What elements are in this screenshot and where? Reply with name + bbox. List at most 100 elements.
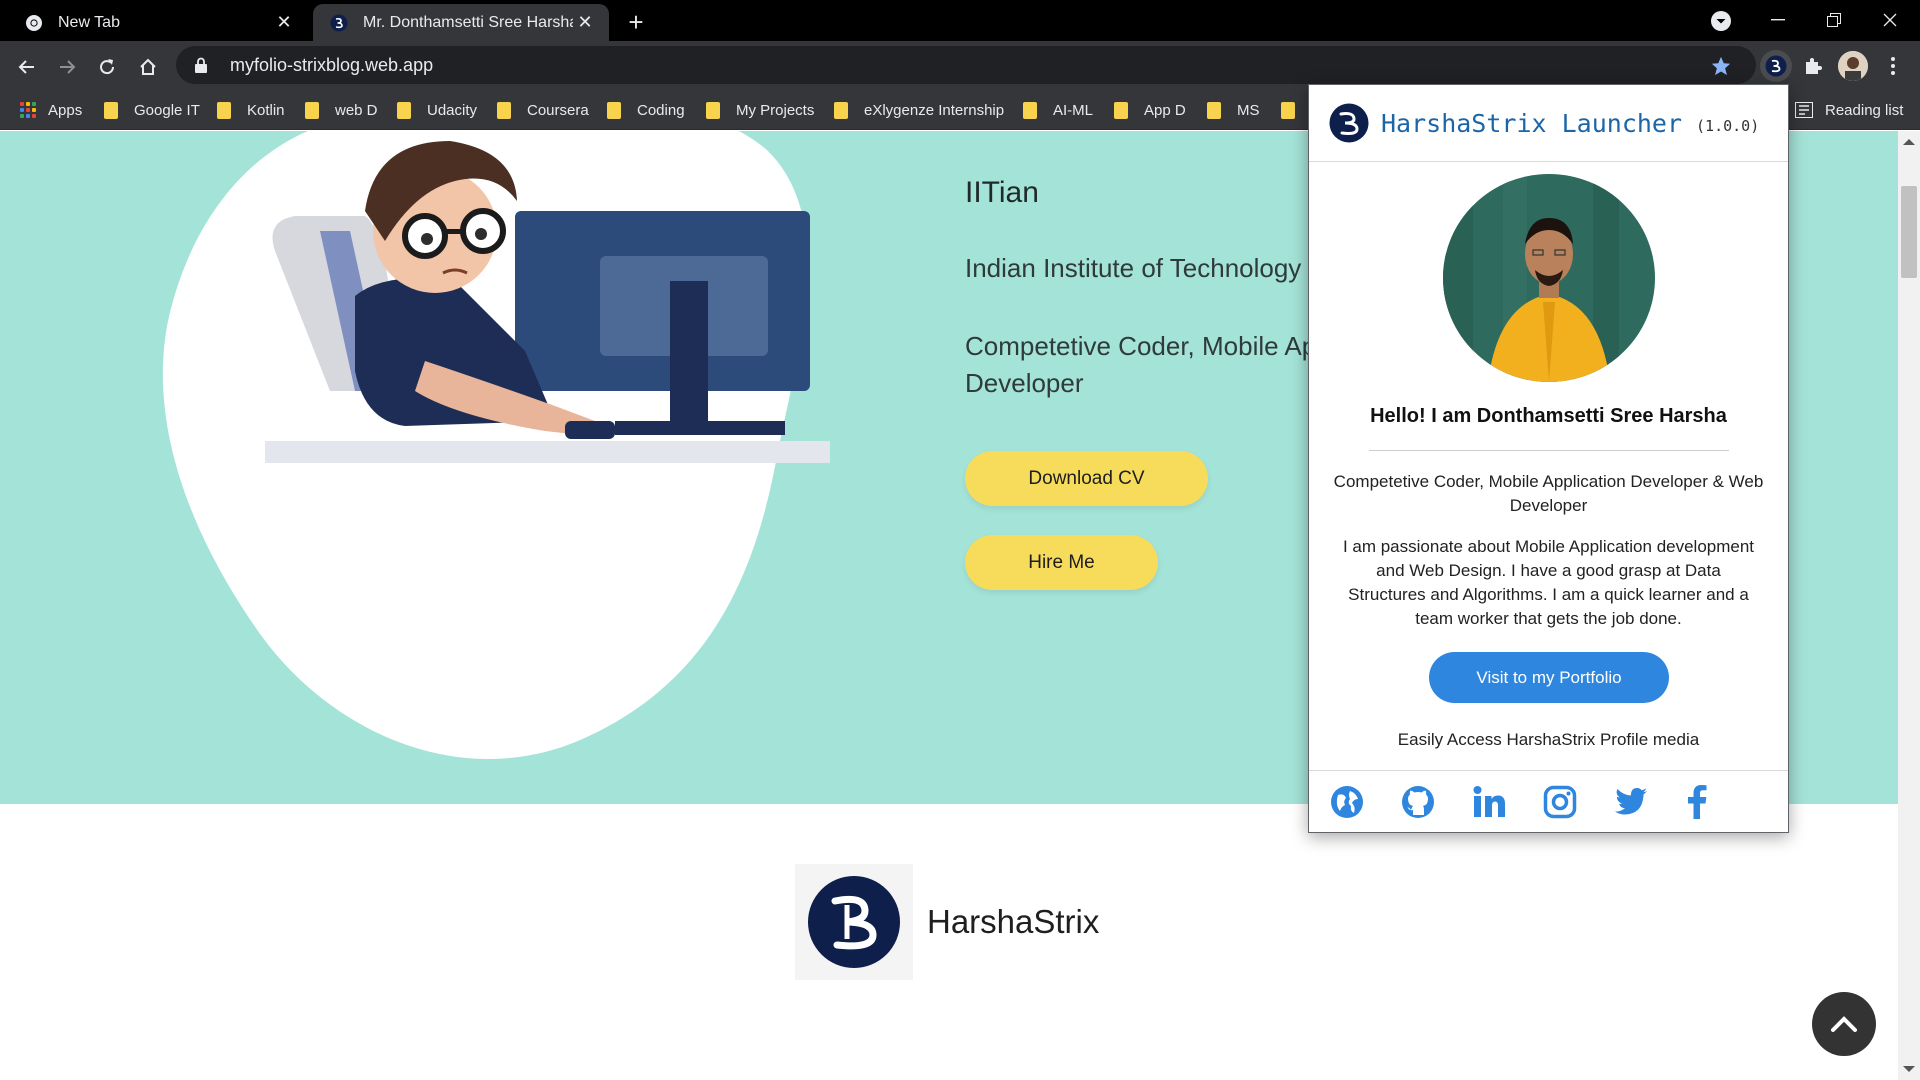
globe-icon[interactable] — [1329, 784, 1365, 820]
apps-grid-icon — [20, 102, 36, 118]
folder-icon — [1281, 101, 1295, 119]
bookmark-folder-coding[interactable]: Coding — [607, 90, 685, 130]
facebook-icon[interactable] — [1679, 784, 1715, 820]
popup-version: (1.0.0) — [1696, 117, 1760, 135]
visit-portfolio-button[interactable]: Visit to my Portfolio — [1429, 652, 1669, 703]
bookmark-folder-ai-ml[interactable]: AI-ML — [1023, 90, 1093, 130]
harshastrix-launcher-popup: HarshaStrix Launcher (1.0.0) Hello! I am… — [1308, 84, 1789, 833]
popup-header: HarshaStrix Launcher (1.0.0) — [1309, 85, 1788, 162]
brand-name: HarshaStrix — [927, 903, 1100, 940]
harshastrix-logo — [795, 864, 913, 980]
github-icon[interactable] — [1400, 784, 1436, 820]
tab-title: New Tab — [58, 13, 120, 31]
bookmark-label: My Projects — [736, 101, 815, 119]
bookmark-folder-app-d[interactable]: App D — [1114, 90, 1186, 130]
tab-search-icon[interactable] — [1710, 10, 1732, 32]
bookmark-folder-udacity[interactable]: Udacity — [397, 90, 477, 130]
hire-me-button[interactable]: Hire Me — [965, 535, 1158, 590]
instagram-icon[interactable] — [1542, 784, 1578, 820]
popup-divider — [1369, 450, 1729, 451]
tab-portfolio[interactable]: Mr. Donthamsetti Sree Harsha ✕ — [313, 4, 609, 41]
bookmark-apps[interactable]: Apps — [20, 90, 82, 130]
scroll-up-arrow-icon[interactable] — [1903, 139, 1915, 145]
bookmark-folder-coursera[interactable]: Coursera — [497, 90, 589, 130]
scroll-to-top-button[interactable] — [1812, 992, 1876, 1056]
bookmark-folder-ms[interactable]: MS — [1207, 90, 1260, 130]
folder-icon — [1114, 101, 1128, 119]
bookmark-folder-exlygenze[interactable]: eXlygenze Internship — [834, 90, 1004, 130]
folder-icon — [834, 101, 848, 119]
bookmark-folder-web-d[interactable]: web D — [305, 90, 378, 130]
chrome-icon — [24, 13, 44, 33]
forward-icon[interactable] — [53, 53, 81, 81]
bookmark-label: Apps — [48, 101, 83, 119]
download-cv-button[interactable]: Download CV — [965, 451, 1208, 506]
menu-kebab-icon[interactable] — [1880, 53, 1906, 79]
bookmark-label: Kotlin — [247, 101, 285, 119]
folder-icon — [497, 101, 511, 119]
bookmark-label: App D — [1144, 101, 1186, 119]
reading-list-label: Reading list — [1825, 101, 1904, 119]
developer-illustration — [265, 141, 830, 463]
tab-strip: New Tab ✕ Mr. Donthamsetti Sree Harsha ✕… — [0, 0, 1920, 41]
bookmark-label: Google IT — [134, 101, 200, 119]
hero-title: IITian — [965, 176, 1039, 209]
harshastrix-logo-icon — [1329, 103, 1369, 143]
minimize-icon[interactable] — [1750, 2, 1806, 38]
scroll-down-arrow-icon[interactable] — [1903, 1066, 1915, 1072]
address-bar[interactable]: myfolio-strixblog.web.app — [176, 46, 1756, 84]
folder-icon — [217, 101, 231, 119]
close-window-icon[interactable] — [1862, 2, 1918, 38]
bookmark-label: web D — [335, 101, 378, 119]
url-text: myfolio-strixblog.web.app — [230, 54, 434, 75]
lock-icon[interactable] — [194, 57, 210, 73]
tab-title: Mr. Donthamsetti Sree Harsha — [363, 13, 573, 31]
bookmark-label: MS — [1237, 101, 1260, 119]
home-icon[interactable] — [134, 53, 162, 81]
reading-list[interactable]: Reading list — [1795, 90, 1903, 130]
new-tab-button[interactable]: + — [622, 7, 650, 37]
folder-icon — [1207, 101, 1221, 119]
linkedin-icon[interactable] — [1471, 784, 1507, 820]
bookmark-label: Coursera — [527, 101, 589, 119]
restore-icon[interactable] — [1806, 2, 1862, 38]
tab-new-tab[interactable]: New Tab ✕ — [8, 4, 308, 41]
social-links-bar — [1309, 770, 1788, 832]
bookmark-folder-more[interactable] — [1281, 90, 1311, 130]
bookmark-label: Coding — [637, 101, 685, 119]
folder-icon — [397, 101, 411, 119]
popup-title: HarshaStrix Launcher — [1381, 108, 1683, 138]
scrollbar-thumb[interactable] — [1901, 186, 1917, 278]
bookmark-star-icon[interactable] — [1710, 55, 1732, 77]
popup-about: I am passionate about Mobile Application… — [1342, 537, 1755, 628]
harshastrix-extension-icon[interactable] — [1760, 50, 1792, 82]
close-tab-icon[interactable]: ✕ — [272, 11, 296, 35]
hero-role-line1: Competetive Coder, Mobile Ap — [965, 331, 1317, 361]
bookmark-label: Udacity — [427, 101, 478, 119]
folder-icon — [1023, 101, 1037, 119]
bookmark-label: AI-ML — [1053, 101, 1094, 119]
close-tab-icon[interactable]: ✕ — [573, 11, 597, 35]
back-icon[interactable] — [13, 53, 41, 81]
brand-section: HarshaStrix — [795, 864, 1099, 980]
twitter-icon[interactable] — [1613, 784, 1649, 820]
reading-list-icon — [1795, 102, 1813, 118]
profile-photo — [1443, 174, 1655, 382]
extensions-puzzle-icon[interactable] — [1800, 53, 1826, 79]
page-scrollbar[interactable] — [1898, 131, 1920, 1080]
popup-media-text: Easily Access HarshaStrix Profile media — [1397, 730, 1700, 749]
reload-icon[interactable] — [93, 53, 121, 81]
bookmark-folder-kotlin[interactable]: Kotlin — [217, 90, 285, 130]
folder-icon — [104, 101, 118, 119]
bookmark-folder-google-it[interactable]: Google IT — [104, 90, 200, 130]
folder-icon — [706, 101, 720, 119]
popup-roles: Competetive Coder, Mobile Application De… — [1333, 472, 1764, 515]
hero-institute: Indian Institute of Technology — [965, 253, 1302, 283]
bookmark-folder-my-projects[interactable]: My Projects — [706, 90, 814, 130]
browser-toolbar: myfolio-strixblog.web.app — [0, 41, 1920, 90]
hero-role-line2: Developer — [965, 368, 1084, 398]
bookmark-label: eXlygenze Internship — [864, 101, 1005, 119]
profile-avatar[interactable] — [1838, 51, 1868, 81]
chevron-up-icon — [1830, 1015, 1858, 1033]
folder-icon — [607, 101, 621, 119]
